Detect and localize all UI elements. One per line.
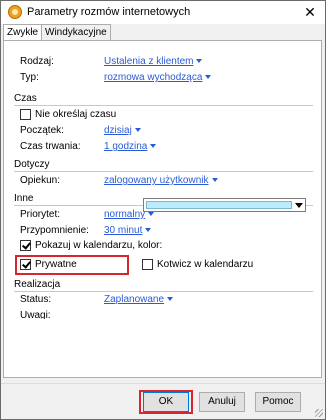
chevron-down-icon [196, 59, 203, 64]
rodzaj-label: Rodzaj: [20, 56, 54, 67]
poczatek-label: Początek: [20, 125, 64, 136]
poczatek-dropdown[interactable]: dzisiaj [104, 125, 141, 136]
window-title: Parametry rozmów internetowych [27, 6, 191, 18]
chevron-down-icon [145, 228, 152, 233]
przypomnienie-dropdown[interactable]: 30 minut [104, 225, 152, 236]
title-bar: Parametry rozmów internetowych ✕ [1, 1, 325, 24]
chevron-down-icon [205, 75, 212, 80]
pokazuj-checkbox[interactable] [20, 240, 31, 251]
nie-okreslaj-label: Nie określaj czasu [35, 109, 117, 120]
chevron-down-icon [295, 203, 303, 208]
color-swatch [146, 201, 292, 209]
prywatne-highlight [15, 255, 129, 275]
status-dropdown[interactable]: Zaplanowane [104, 294, 174, 305]
resize-grip-icon[interactable] [315, 409, 323, 417]
chevron-down-icon [167, 297, 174, 302]
section-dotyczy: Dotyczy [14, 159, 50, 170]
divider [1, 383, 325, 384]
uwagi-textarea[interactable] [19, 319, 313, 375]
chevron-down-icon [150, 144, 157, 149]
kotwicz-label: Kotwicz w kalendarzu [157, 259, 254, 270]
chevron-down-icon [134, 128, 141, 133]
divider [14, 171, 313, 172]
typ-label: Typ: [20, 72, 39, 83]
typ-dropdown[interactable]: rozmowa wychodząca [104, 72, 212, 83]
opiekun-label: Opiekun: [20, 175, 61, 186]
pokazuj-label: Pokazuj w kalendarzu, kolor: [35, 240, 163, 251]
kotwicz-checkbox[interactable] [142, 259, 153, 270]
help-button[interactable]: Pomoc [255, 392, 301, 412]
tab-zwykle[interactable]: Zwykłe [3, 24, 43, 41]
opiekun-dropdown[interactable]: zalogowany użytkownik [104, 175, 218, 186]
przypomnienie-label: Przypomnienie: [20, 225, 89, 236]
dialog-window: Parametry rozmów internetowych ✕ Zwykłe … [0, 0, 326, 420]
section-realizacja: Realizacja [14, 279, 61, 290]
calendar-color-picker[interactable] [143, 198, 306, 212]
cancel-button[interactable]: Anuluj [199, 392, 245, 412]
chevron-down-icon [148, 212, 155, 217]
nie-okreslaj-checkbox[interactable] [20, 109, 31, 120]
divider [14, 105, 313, 106]
close-icon[interactable]: ✕ [301, 3, 319, 21]
status-label: Status: [20, 294, 52, 305]
rodzaj-dropdown[interactable]: Ustalenia z klientem [104, 56, 203, 67]
czas-trwania-label: Czas trwania: [20, 141, 81, 152]
chevron-down-icon [211, 178, 218, 183]
ok-button[interactable]: OK [143, 392, 189, 412]
section-czas: Czas [14, 93, 37, 104]
divider [14, 291, 313, 292]
priorytet-label: Priorytet: [20, 209, 61, 220]
app-icon [8, 5, 22, 19]
czas-trwania-dropdown[interactable]: 1 godzina [104, 141, 157, 152]
tab-windykacyjne[interactable]: Windykacyjne [41, 24, 111, 40]
section-inne: Inne [14, 193, 34, 204]
